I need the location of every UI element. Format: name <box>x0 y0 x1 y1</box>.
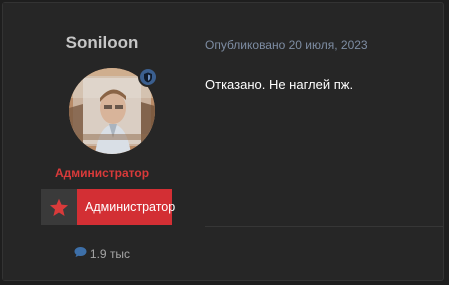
author-role-title: Администратор <box>54 166 150 180</box>
author-panel: Soniloon Администратор Администратор 1.9… <box>3 3 201 280</box>
author-username[interactable]: Soniloon <box>3 33 201 53</box>
shield-icon[interactable] <box>138 67 158 87</box>
post-body: Отказано. Не наглей пж. <box>205 77 354 92</box>
comment-icon <box>74 246 87 261</box>
post-content: Опубликовано 20 июля, 2023 Отказано. Не … <box>201 3 443 280</box>
avatar-container[interactable] <box>69 67 158 154</box>
post-count-value: 1.9 тыс <box>89 246 131 261</box>
divider <box>205 226 443 227</box>
post-meta[interactable]: Опубликовано 20 июля, 2023 <box>205 38 368 52</box>
role-badge-label: Администратор <box>77 189 175 225</box>
role-badge: Администратор <box>41 189 175 225</box>
forum-post: Soniloon Администратор Администратор 1.9… <box>2 2 444 281</box>
post-count: 1.9 тыс <box>3 246 201 261</box>
star-icon <box>41 189 77 225</box>
